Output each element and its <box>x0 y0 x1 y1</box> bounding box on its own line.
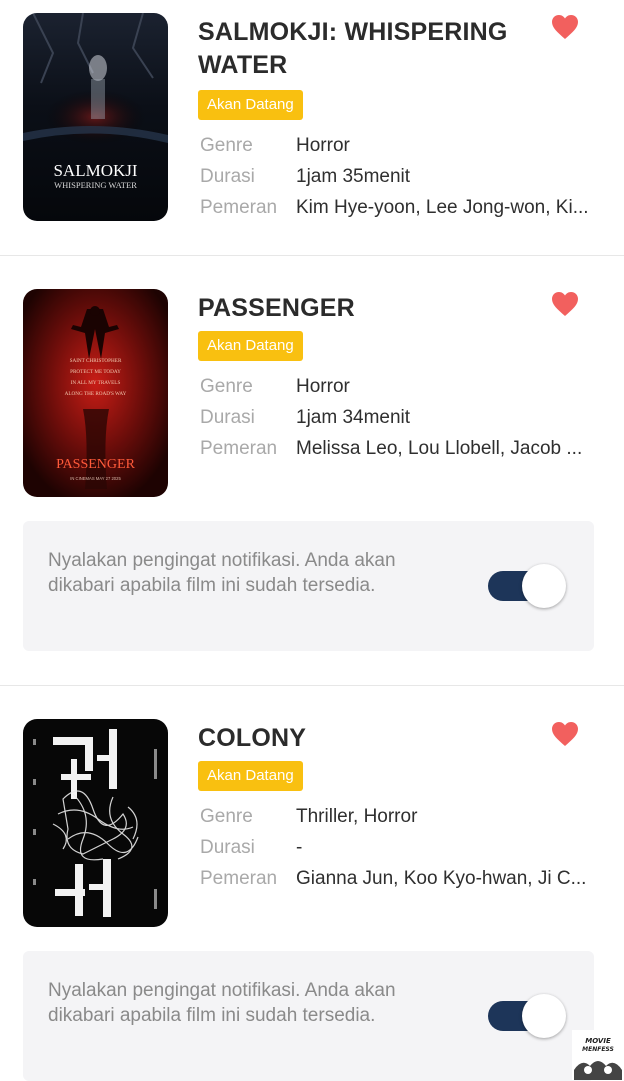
cast-value: Kim Hye-yoon, Lee Jong-won, Ki... <box>296 197 589 218</box>
svg-text:PROTECT ME TODAY: PROTECT ME TODAY <box>70 369 121 375</box>
status-badge: Akan Datang <box>198 331 303 361</box>
duration-label: Durasi <box>200 837 255 858</box>
poster-image: SALMOKJI WHISPERING WATER <box>23 13 168 221</box>
cast-value: Melissa Leo, Lou Llobell, Jacob ... <box>296 438 583 459</box>
svg-text:IN ALL MY TRAVELS: IN ALL MY TRAVELS <box>71 380 121 386</box>
svg-text:SAINT CHRISTOPHER: SAINT CHRISTOPHER <box>70 358 122 364</box>
toggle-knob <box>522 994 566 1038</box>
reminder-message: Nyalakan pengingat notifikasi. Anda akan… <box>48 980 396 1026</box>
movie-poster[interactable] <box>23 719 168 927</box>
movie-title: COLONY <box>198 724 307 752</box>
svg-text:ALONG THE ROAD'S WAY: ALONG THE ROAD'S WAY <box>65 391 127 397</box>
watermark-logo: MOVIE MENFESS <box>572 1030 624 1080</box>
svg-text:MENFESS: MENFESS <box>582 1046 614 1053</box>
notification-reminder-panel: Nyalakan pengingat notifikasi. Anda akan… <box>23 951 594 1081</box>
duration-value: - <box>296 837 303 858</box>
reminder-message: Nyalakan pengingat notifikasi. Anda akan… <box>48 550 396 596</box>
movie-poster[interactable]: SAINT CHRISTOPHER PROTECT ME TODAY IN AL… <box>23 289 168 497</box>
movie-title: SALMOKJI: WHISPERING WATER <box>198 18 508 79</box>
heart-icon[interactable] <box>551 291 579 317</box>
genre-value: Thriller, Horror <box>296 806 418 827</box>
poster-image <box>23 719 168 927</box>
movie-title: PASSENGER <box>198 294 355 322</box>
status-badge: Akan Datang <box>198 90 303 120</box>
cast-label: Pemeran <box>200 197 278 218</box>
svg-text:IN CINEMAS MAY 27 2025: IN CINEMAS MAY 27 2025 <box>70 476 121 481</box>
genre-label: Genre <box>200 135 253 156</box>
heart-icon[interactable] <box>551 721 579 747</box>
toggle-knob <box>522 564 566 608</box>
cast-label: Pemeran <box>200 868 278 889</box>
svg-text:PASSENGER: PASSENGER <box>56 457 136 472</box>
cast-value: Gianna Jun, Koo Kyo-hwan, Ji C... <box>296 868 587 889</box>
genre-value: Horror <box>296 135 350 156</box>
status-badge: Akan Datang <box>198 761 303 791</box>
svg-text:SALMOKJI: SALMOKJI <box>53 161 137 180</box>
duration-value: 1jam 34menit <box>296 407 411 428</box>
svg-text:WHISPERING WATER: WHISPERING WATER <box>54 180 137 190</box>
genre-label: Genre <box>200 806 253 827</box>
heart-icon[interactable] <box>551 14 579 40</box>
reminder-toggle[interactable] <box>488 992 568 1040</box>
duration-label: Durasi <box>200 407 255 428</box>
notification-reminder-panel: Nyalakan pengingat notifikasi. Anda akan… <box>23 521 594 651</box>
reminder-toggle[interactable] <box>488 562 568 610</box>
duration-label: Durasi <box>200 166 255 187</box>
poster-image: SAINT CHRISTOPHER PROTECT ME TODAY IN AL… <box>23 289 168 497</box>
genre-label: Genre <box>200 376 253 397</box>
cast-label: Pemeran <box>200 438 278 459</box>
movie-poster[interactable]: SALMOKJI WHISPERING WATER <box>23 13 168 221</box>
divider <box>0 685 624 686</box>
divider <box>0 255 624 256</box>
duration-value: 1jam 35menit <box>296 166 411 187</box>
genre-value: Horror <box>296 376 350 397</box>
svg-text:MOVIE: MOVIE <box>585 1037 611 1045</box>
